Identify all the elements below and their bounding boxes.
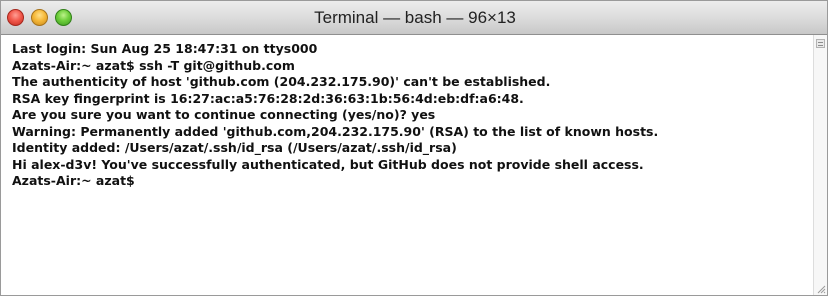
terminal-line: Last login: Sun Aug 25 18:47:31 on ttys0… — [12, 41, 318, 56]
terminal-line: Azats-Air:~ azat$ ssh -T git@github.com — [12, 57, 295, 73]
scrollbar-toggle-icon[interactable] — [816, 39, 825, 48]
window-title: Terminal — bash — 96×13 — [314, 8, 516, 27]
terminal-line: Identity added: /Users/azat/.ssh/id_rsa … — [12, 140, 457, 155]
terminal-window: Terminal — bash — 96×13 Last login: Sun … — [0, 0, 828, 296]
vertical-scrollbar[interactable] — [813, 35, 827, 295]
terminal-prompt[interactable]: Azats-Air:~ azat$ — [12, 173, 813, 190]
terminal-line: RSA key fingerprint is 16:27:ac:a5:76:28… — [12, 90, 524, 106]
terminal-line: The authenticity of host 'github.com (20… — [12, 74, 551, 89]
title-bar[interactable]: Terminal — bash — 96×13 — [1, 1, 827, 35]
terminal-line: Are you sure you want to continue connec… — [12, 107, 436, 122]
terminal-output[interactable]: Last login: Sun Aug 25 18:47:31 on ttys0… — [1, 35, 813, 295]
terminal-line: Warning: Permanently added 'github.com,2… — [12, 123, 659, 139]
terminal-line: Hi alex-d3v! You've successfully authent… — [12, 156, 644, 172]
resize-grip-icon[interactable] — [816, 284, 826, 294]
